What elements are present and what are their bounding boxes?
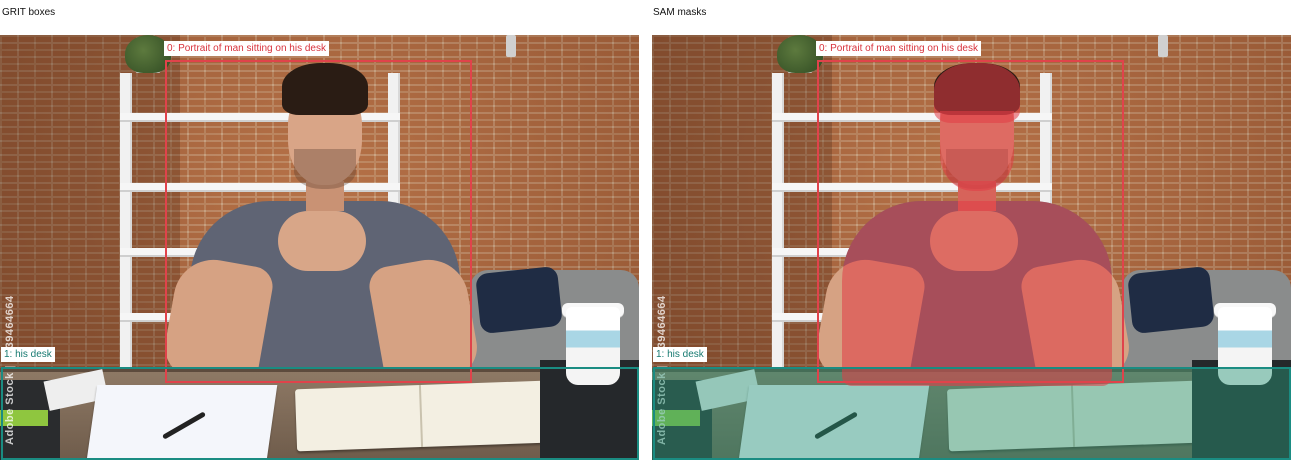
wall-lamp	[1158, 35, 1168, 57]
pillow	[1127, 265, 1215, 335]
right-panel-title: SAM masks	[653, 7, 707, 18]
box-1	[653, 367, 1291, 460]
box-0	[817, 60, 1124, 383]
left-panel-title: GRIT boxes	[2, 7, 56, 18]
pillow	[475, 265, 563, 335]
box-0	[165, 60, 472, 383]
box-1-label: 1: his desk	[1, 347, 55, 362]
box-1	[1, 367, 639, 460]
box-0-label: 0: Portrait of man sitting on his desk	[164, 41, 329, 56]
box-0-label: 0: Portrait of man sitting on his desk	[816, 41, 981, 56]
box-1-label: 1: his desk	[653, 347, 707, 362]
wall-lamp	[506, 35, 516, 57]
grit-boxes-panel: Adobe Stock | #439464664 0: Portrait of …	[0, 35, 639, 460]
sam-masks-panel: Adobe Stock | #439464664 0: Portrait of …	[652, 35, 1291, 460]
